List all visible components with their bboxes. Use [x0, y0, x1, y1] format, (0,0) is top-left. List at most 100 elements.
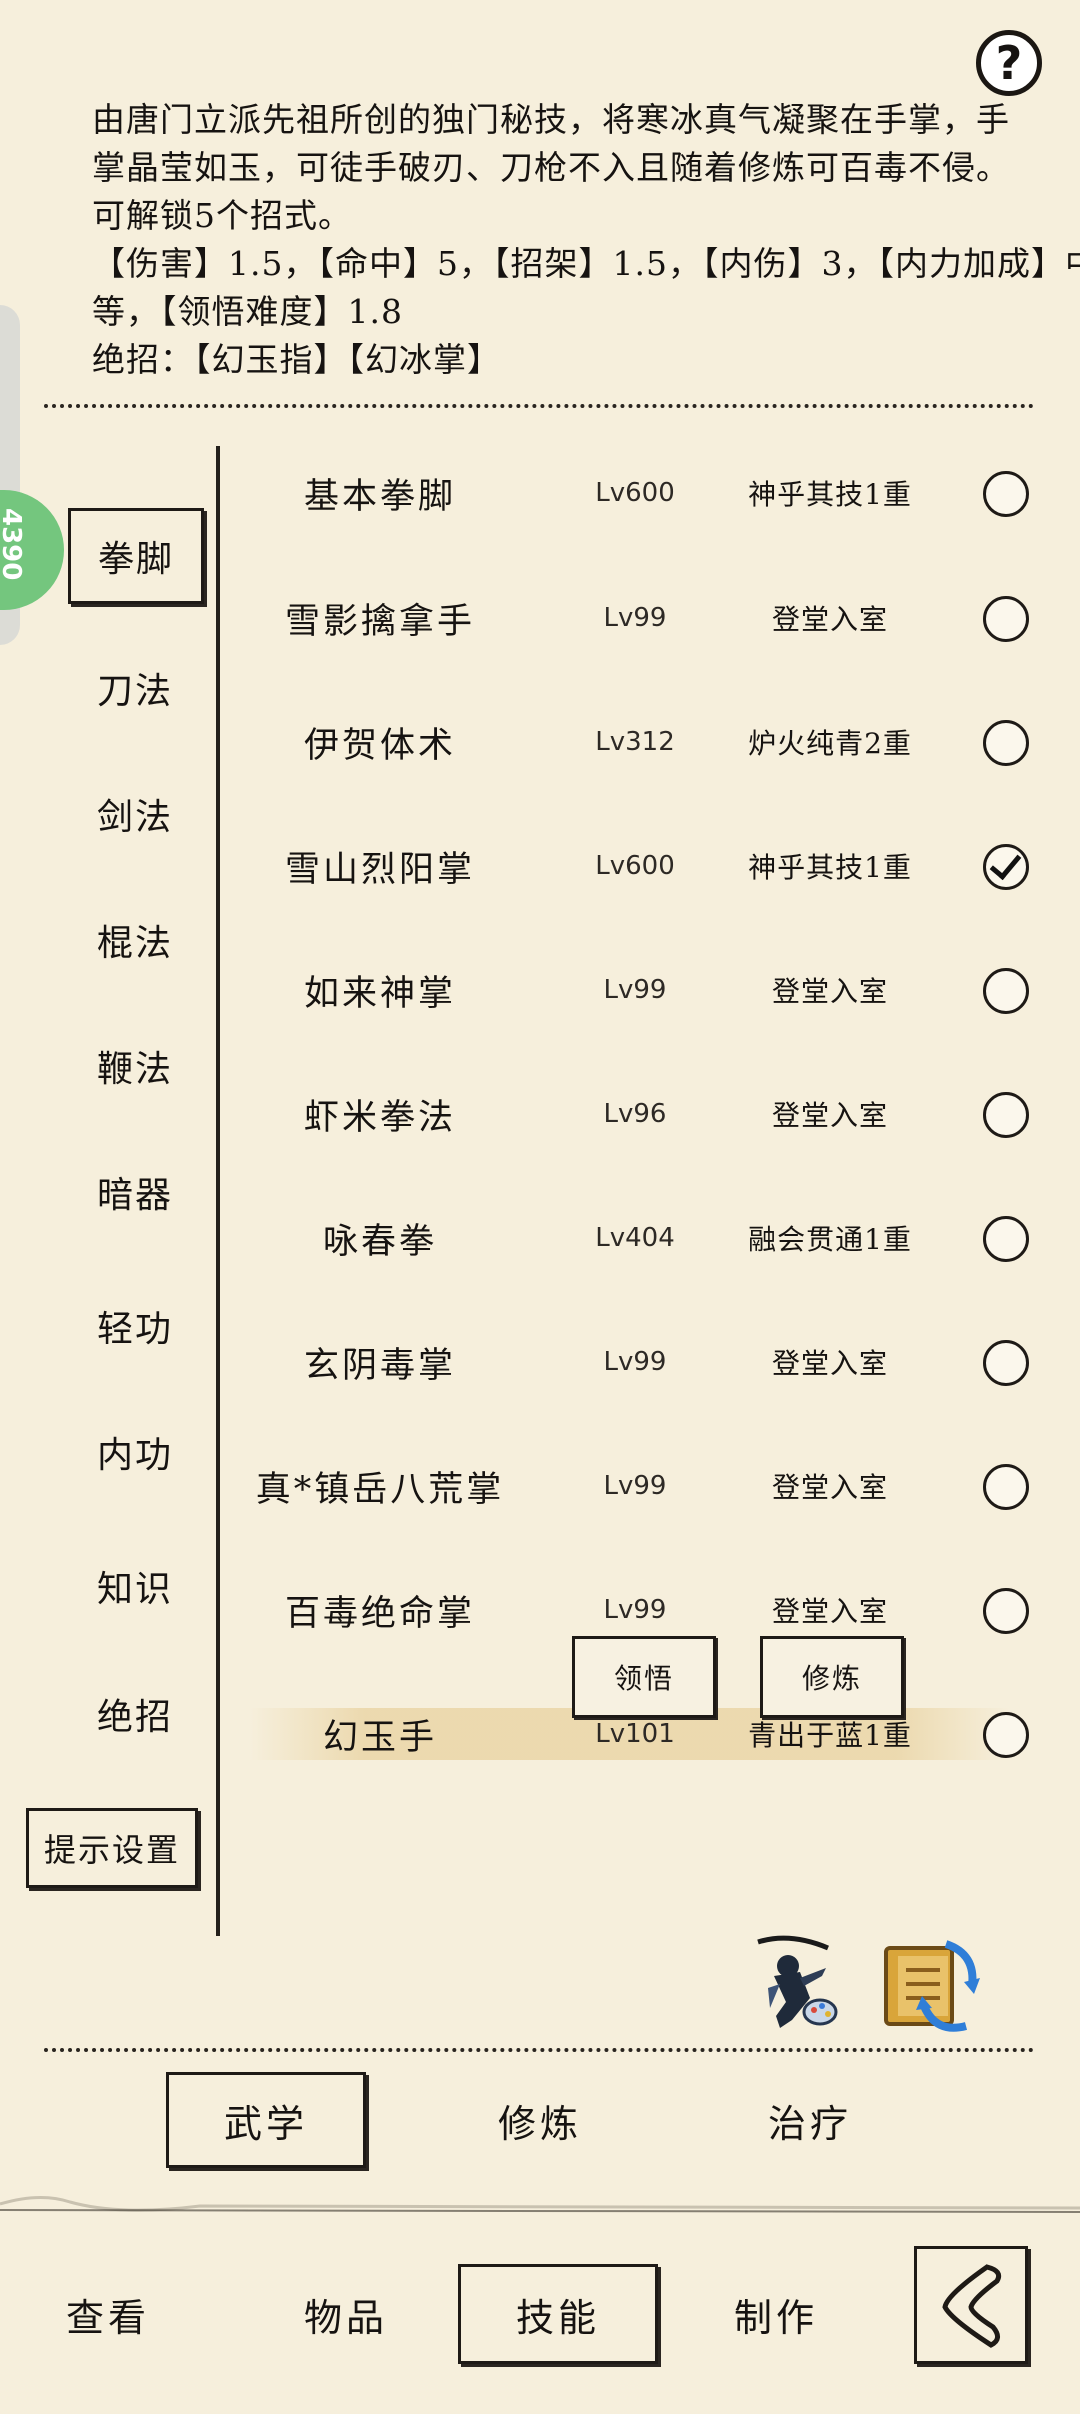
skill-rank: 神乎其技1重 [748, 478, 912, 511]
skill-level: Lv99 [603, 603, 667, 633]
skill-name: 伊贺体术 [303, 725, 456, 766]
skill-level: Lv312 [595, 727, 675, 757]
category-tab-neigong[interactable]: 内功 [40, 1422, 230, 1482]
category-label: 刀法 [96, 671, 173, 712]
nav-tab-skills[interactable]: 技能 [458, 2264, 658, 2364]
skill-level: Lv99 [603, 1471, 667, 1501]
skill-level: Lv600 [595, 478, 675, 508]
skill-name: 虾米拳法 [303, 1097, 456, 1138]
skill-name: 玄阴毒掌 [303, 1345, 456, 1386]
skill-row[interactable]: 雪影擒拿手 Lv99 登堂入室 [230, 568, 1060, 668]
skill-row[interactable]: 如来神掌 Lv99 登堂入室 [230, 940, 1060, 1040]
subtab-xiulian[interactable]: 修炼 [440, 2072, 640, 2168]
help-label: ? [995, 36, 1023, 90]
description-line: 由唐门立派先祖所创的独门秘技，将寒冰真气凝聚在手掌，手 [92, 100, 1010, 139]
category-label: 内功 [96, 1435, 173, 1476]
category-tab-anqi[interactable]: 暗器 [40, 1162, 230, 1222]
help-button[interactable]: ? [976, 30, 1042, 96]
category-tab-qinggong[interactable]: 轻功 [40, 1296, 230, 1356]
skill-select-checkbox[interactable] [983, 968, 1029, 1014]
book-swap-icon[interactable] [876, 1934, 986, 2040]
subtab-wuxue[interactable]: 武学 [166, 2072, 366, 2168]
subtab-label: 修炼 [497, 2101, 582, 2146]
category-tab-jianfa[interactable]: 剑法 [40, 784, 230, 844]
skill-name: 雪山烈阳掌 [284, 849, 475, 890]
skill-row[interactable]: 伊贺体术 Lv312 炉火纯青2重 [230, 692, 1060, 792]
skill-name: 雪影擒拿手 [284, 601, 475, 642]
skill-row[interactable]: 玄阴毒掌 Lv99 登堂入室 [230, 1312, 1060, 1412]
skill-name: 百毒绝命掌 [284, 1593, 475, 1634]
description-line: 等，【领悟难度】1.8 [92, 292, 403, 331]
skill-select-checkbox[interactable] [983, 1216, 1029, 1262]
category-tab-daofa[interactable]: 刀法 [40, 658, 230, 718]
category-tab-juezhao[interactable]: 绝招 [40, 1684, 230, 1744]
category-tab-zhishi[interactable]: 知识 [40, 1556, 230, 1616]
category-label: 知识 [96, 1569, 173, 1610]
category-label: 绝招 [96, 1697, 173, 1738]
skill-level: Lv404 [595, 1223, 675, 1253]
skill-level: Lv600 [595, 851, 675, 881]
category-label: 拳脚 [97, 539, 174, 580]
description-line: 掌晶莹如玉，可徒手破刃、刀枪不入且随着修炼可百毒不侵。 [92, 148, 1010, 187]
skill-select-checkbox[interactable] [983, 1340, 1029, 1386]
nav-tab-items[interactable]: 物品 [246, 2264, 446, 2364]
category-tab-quanjiao[interactable]: 拳脚 [68, 508, 204, 604]
skill-select-checkbox[interactable] [983, 720, 1029, 766]
skill-select-checkbox[interactable] [983, 844, 1029, 890]
nav-tab-view[interactable]: 查看 [8, 2264, 208, 2364]
description-line: 可解锁5个招式。 [92, 196, 352, 235]
skill-description: 由唐门立派先祖所创的独门秘技，将寒冰真气凝聚在手掌，手 掌晶莹如玉，可徒手破刃、… [92, 96, 1080, 384]
skill-level: Lv96 [603, 1099, 667, 1129]
subtab-label: 治疗 [767, 2101, 852, 2146]
skill-row[interactable]: 虾米拳法 Lv96 登堂入室 [230, 1064, 1060, 1164]
category-label: 棍法 [96, 923, 173, 964]
practice-button[interactable]: 修炼 [760, 1636, 904, 1718]
comprehend-label: 领悟 [613, 1662, 674, 1695]
skill-name: 真*镇岳八荒掌 [255, 1469, 505, 1510]
category-tab-bianfa[interactable]: 鞭法 [40, 1036, 230, 1096]
nav-tab-label: 查看 [65, 2295, 150, 2340]
skill-row[interactable]: 雪山烈阳掌 Lv600 神乎其技1重 [230, 816, 1060, 916]
practice-label: 修炼 [801, 1662, 862, 1695]
side-badge-number: 4390 [0, 508, 26, 581]
skill-name: 幻玉手 [322, 1717, 437, 1758]
skill-rank: 登堂入室 [771, 1099, 888, 1132]
category-tab-gunfa[interactable]: 棍法 [40, 910, 230, 970]
skill-name: 如来神掌 [303, 973, 456, 1014]
skill-rank: 炉火纯青2重 [748, 727, 912, 760]
skill-row[interactable]: 咏春拳 Lv404 融会贯通1重 [230, 1188, 1060, 1288]
skill-level: Lv99 [603, 975, 667, 1005]
skill-select-checkbox[interactable] [983, 1712, 1029, 1758]
description-line: 【伤害】1.5，【命中】5，【招架】1.5，【内伤】3，【内力加成】中 [92, 244, 1080, 283]
nav-tab-label: 物品 [303, 2295, 388, 2340]
skill-row[interactable]: 真*镇岳八荒掌 Lv99 登堂入室 [230, 1436, 1060, 1536]
nav-tab-label: 技能 [515, 2295, 600, 2340]
tip-settings-button[interactable]: 提示设置 [26, 1808, 198, 1888]
skill-select-checkbox[interactable] [983, 1092, 1029, 1138]
tip-settings-label: 提示设置 [43, 1831, 180, 1869]
skill-rank: 登堂入室 [771, 1471, 888, 1504]
comprehend-button[interactable]: 领悟 [572, 1636, 716, 1718]
description-line: 绝招：【幻玉指】【幻冰掌】 [92, 340, 501, 379]
skill-rank: 登堂入室 [771, 603, 888, 636]
skill-select-checkbox[interactable] [983, 1588, 1029, 1634]
skill-select-checkbox[interactable] [983, 1464, 1029, 1510]
category-label: 轻功 [96, 1309, 173, 1350]
category-label: 鞭法 [96, 1049, 173, 1090]
nav-tab-label: 制作 [733, 2295, 818, 2340]
subtab-zhiliao[interactable]: 治疗 [710, 2072, 910, 2168]
skill-select-checkbox[interactable] [983, 471, 1029, 517]
skill-rank: 融会贯通1重 [748, 1223, 912, 1256]
category-label: 暗器 [96, 1175, 173, 1216]
skill-name: 咏春拳 [322, 1221, 437, 1262]
category-label: 剑法 [96, 797, 173, 838]
ninja-portrait-icon[interactable] [740, 1928, 850, 2038]
divider-top [44, 404, 1034, 408]
skill-rank: 登堂入室 [771, 975, 888, 1008]
nav-tab-craft[interactable]: 制作 [676, 2264, 876, 2364]
skill-row[interactable]: 基本拳脚 Lv600 神乎其技1重 [230, 443, 1060, 543]
skill-select-checkbox[interactable] [983, 596, 1029, 642]
divider-bottom [44, 2048, 1034, 2052]
subtab-label: 武学 [223, 2101, 308, 2146]
back-button[interactable] [914, 2246, 1028, 2364]
